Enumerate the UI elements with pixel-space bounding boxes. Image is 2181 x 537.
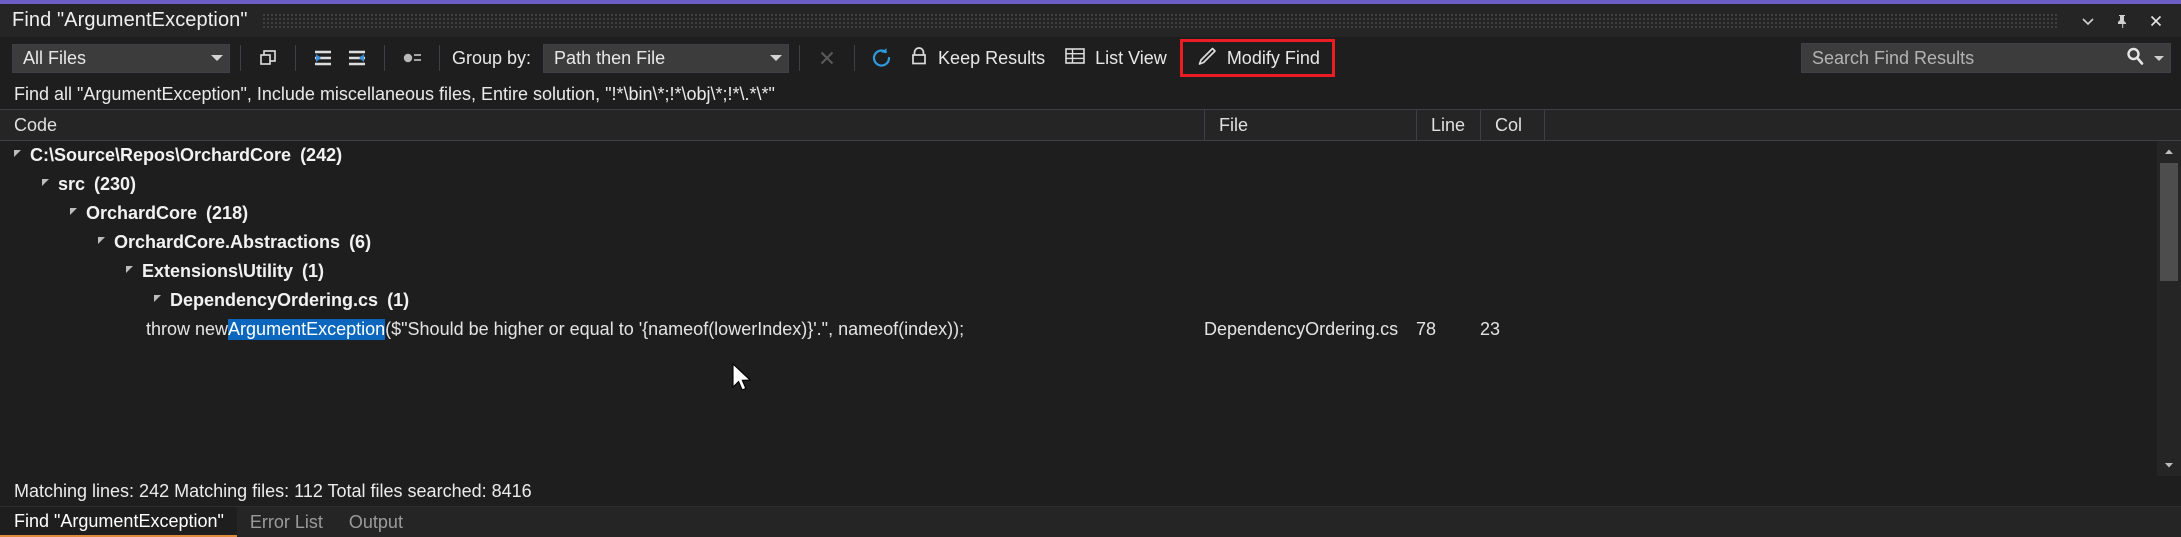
find-description: Find all "ArgumentException", Include mi… (14, 83, 775, 104)
list-view-button[interactable]: List View (1054, 42, 1176, 74)
group-label: OrchardCore.Abstractions (114, 232, 341, 252)
group-row[interactable]: OrchardCore.Abstractions (6) (0, 228, 2157, 257)
group-row[interactable]: DependencyOrdering.cs (1) (0, 286, 2157, 315)
group-by-label: Group by: (452, 47, 532, 68)
group-row[interactable]: src (230) (0, 170, 2157, 199)
group-row[interactable]: OrchardCore (218) (0, 199, 2157, 228)
chevron-down-icon[interactable] (2154, 55, 2164, 61)
scroll-thumb[interactable] (2160, 163, 2178, 281)
find-results-window: Find "ArgumentException" All Files Group… (0, 0, 2181, 537)
search-icon[interactable] (2124, 45, 2146, 72)
group-label: DependencyOrdering.cs (170, 290, 379, 310)
expander-triangle-icon[interactable] (98, 237, 105, 244)
title-bar: Find "ArgumentException" (0, 4, 2181, 37)
group-count: (1) (302, 261, 325, 281)
close-icon[interactable] (2139, 6, 2173, 36)
copy-icon[interactable] (251, 43, 285, 73)
search-find-results-input[interactable]: Search Find Results (1801, 43, 2171, 73)
scroll-down-button[interactable] (2157, 454, 2181, 476)
result-line-cell: 78 (1416, 319, 1437, 339)
bottom-tab[interactable]: Output (336, 507, 416, 537)
group-count: (6) (349, 232, 372, 252)
pin-icon[interactable] (2105, 6, 2139, 36)
stop-icon (810, 43, 844, 73)
status-summary: Matching lines: 242 Matching files: 112 … (0, 476, 2181, 506)
lock-icon (908, 45, 930, 72)
search-placeholder: Search Find Results (1812, 47, 1975, 68)
properties-icon[interactable] (395, 43, 429, 73)
vertical-scrollbar[interactable] (2157, 141, 2181, 476)
expander-triangle-icon[interactable] (14, 150, 21, 157)
column-header-row: Code File Line Col (0, 109, 2181, 141)
group-row[interactable]: C:\Source\Repos\OrchardCore (242) (0, 141, 2157, 170)
group-count: (1) (387, 290, 410, 310)
chevron-down-icon (770, 55, 783, 61)
expand-all-icon[interactable] (340, 43, 374, 73)
result-code-cell: throw new ArgumentException ($"Should be … (0, 319, 1204, 340)
modify-find-label: Modify Find (1226, 47, 1320, 68)
group-row[interactable]: Extensions\Utility (1) (0, 257, 2157, 286)
refresh-icon[interactable] (865, 43, 899, 73)
expander-triangle-icon[interactable] (42, 179, 49, 186)
collapse-all-icon[interactable] (306, 43, 340, 73)
expander-triangle-icon[interactable] (70, 208, 77, 215)
keep-results-label: Keep Results (938, 47, 1046, 68)
modify-find-button[interactable]: Modify Find (1179, 39, 1335, 77)
scroll-up-button[interactable] (2157, 141, 2181, 163)
pencil-icon (1195, 45, 1219, 72)
window-controls (2071, 6, 2181, 36)
result-row[interactable]: throw new ArgumentException ($"Should be … (0, 315, 2157, 344)
table-grid-icon (1063, 45, 1087, 72)
group-label: C:\Source\Repos\OrchardCore (30, 145, 292, 165)
column-header-line[interactable]: Line (1416, 110, 1480, 140)
code-after-match: ($"Should be higher or equal to '{nameof… (385, 319, 965, 339)
chevron-down-icon (211, 55, 223, 61)
toolbar-separator (439, 45, 440, 71)
group-count: (218) (206, 203, 249, 223)
bottom-tab[interactable]: Find "ArgumentException" (0, 507, 237, 537)
expander-triangle-icon[interactable] (126, 266, 133, 273)
column-header-code[interactable]: Code (0, 110, 1204, 140)
group-by-value: Path then File (554, 47, 666, 68)
find-results-toolbar: All Files Group by: Path then File Keep … (0, 37, 2181, 79)
column-header-col[interactable]: Col (1480, 110, 1544, 140)
group-label: Extensions\Utility (142, 261, 294, 281)
match-highlight: ArgumentException (228, 319, 386, 340)
toolbar-separator (854, 45, 856, 71)
list-view-label: List View (1095, 47, 1167, 68)
bottom-tab-strip: Find "ArgumentException" Error List Output (0, 506, 2181, 537)
bottom-tab[interactable]: Error List (237, 507, 336, 537)
code-before-match: throw new (146, 319, 229, 339)
results-area: C:\Source\Repos\OrchardCore (242) src (230)… (0, 141, 2181, 476)
minimize-icon[interactable] (2071, 6, 2105, 36)
column-header-file[interactable]: File (1204, 110, 1416, 140)
results-row-list: C:\Source\Repos\OrchardCore (242) src (230)… (0, 141, 2157, 476)
toolbar-separator (295, 45, 296, 71)
keep-results-button[interactable]: Keep Results (899, 42, 1054, 74)
drag-handle[interactable] (261, 13, 2057, 28)
column-header-filler (1544, 110, 2181, 140)
toolbar-separator (384, 45, 385, 71)
group-count: (242) (300, 145, 343, 165)
result-file-cell: DependencyOrdering.cs (1204, 319, 1399, 339)
group-label: OrchardCore (86, 203, 198, 223)
toolbar-separator (240, 45, 241, 71)
file-filter-value: All Files (23, 47, 87, 68)
window-title: Find "ArgumentException" (12, 9, 248, 31)
scroll-track[interactable] (2157, 163, 2181, 454)
expander-triangle-icon[interactable] (154, 295, 161, 302)
group-label: src (58, 174, 86, 194)
file-filter-dropdown[interactable]: All Files (12, 43, 230, 73)
group-by-dropdown[interactable]: Path then File (543, 43, 790, 73)
result-col-cell: 23 (1480, 319, 1501, 339)
toolbar-separator (799, 45, 801, 71)
group-count: (230) (94, 174, 137, 194)
